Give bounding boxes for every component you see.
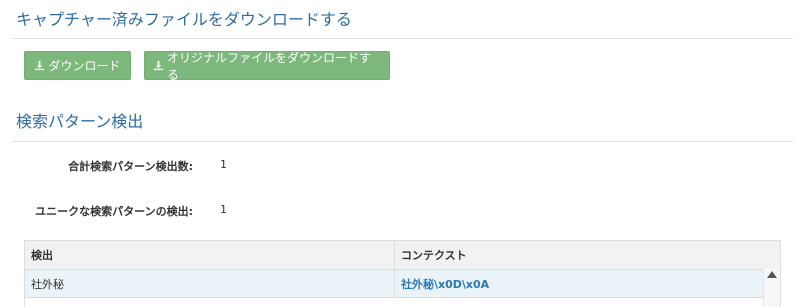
total-detections-label: 合計検索パターン検出数: bbox=[68, 160, 193, 173]
cell-detection: 社外秘 bbox=[25, 270, 395, 297]
total-detections-value: 1 bbox=[220, 158, 227, 171]
detection-table: 検出 コンテクスト 社外秘 社外秘\x0D\x0A bbox=[24, 240, 781, 307]
cell-context-link[interactable]: 社外秘\x0D\x0A bbox=[395, 270, 765, 297]
captured-files-title: キャプチャー済みファイルをダウンロードする bbox=[16, 10, 352, 29]
page: キャプチャー済みファイルをダウンロードする ダウンロード オリジナルファイルをダ… bbox=[0, 0, 805, 307]
unique-detections-value: 1 bbox=[220, 203, 227, 216]
divider bbox=[12, 141, 793, 142]
unique-detections-label: ユニークな検索パターンの検出: bbox=[35, 205, 193, 218]
download-button[interactable]: ダウンロード bbox=[24, 51, 131, 80]
download-original-button-label: オリジナルファイルをダウンロードする bbox=[167, 50, 372, 82]
divider bbox=[12, 38, 793, 39]
download-button-label: ダウンロード bbox=[48, 59, 121, 73]
column-header-detection[interactable]: 検出 bbox=[25, 241, 395, 269]
table-header: 検出 コンテクスト bbox=[25, 241, 780, 270]
scrollbar[interactable] bbox=[763, 269, 780, 307]
download-icon bbox=[35, 60, 45, 71]
scroll-up-arrow-icon[interactable] bbox=[767, 271, 777, 278]
download-original-button[interactable]: オリジナルファイルをダウンロードする bbox=[144, 50, 390, 82]
pattern-detection-title: 検索パターン検出 bbox=[16, 112, 144, 131]
column-header-context[interactable]: コンテクスト bbox=[395, 241, 765, 269]
table-row[interactable]: 社外秘 社外秘\x0D\x0A bbox=[25, 270, 780, 298]
download-icon bbox=[153, 60, 164, 71]
